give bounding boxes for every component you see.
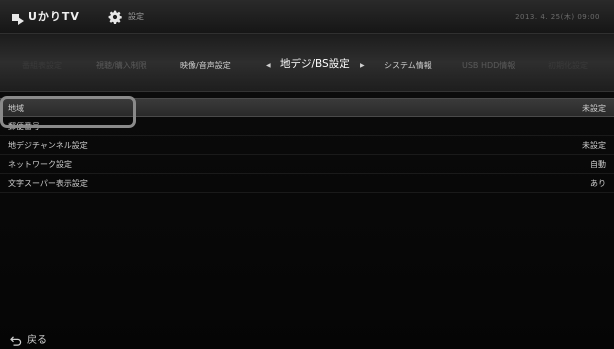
top-bar: UかりTV 設定 2013. 4. 25(木) 09:00 (0, 0, 614, 34)
logo-icon (12, 12, 25, 25)
tab-system-info[interactable]: システム情報 (384, 60, 432, 72)
tab-terrestrial-bs[interactable]: 地デジ/BS設定 (280, 58, 350, 70)
gear-icon (108, 10, 122, 24)
back-label: 戻る (27, 335, 47, 346)
return-arrow-icon (10, 336, 22, 346)
focus-highlight (0, 96, 136, 128)
list-item-value: あり (590, 179, 606, 188)
settings-screen: UかりTV 設定 2013. 4. 25(木) 09:00 番組表設定 視聴/購… (0, 0, 614, 349)
tab-viewing-restrictions[interactable]: 視聴/購入制限 (96, 60, 147, 72)
breadcrumb: 設定 (108, 10, 144, 24)
list-item-terrestrial-channels[interactable]: 地デジチャンネル設定 未設定 (0, 136, 614, 155)
list-item-label: 地デジチャンネル設定 (8, 141, 88, 150)
list-item-label: ネットワーク設定 (8, 160, 72, 169)
app-logo: UかりTV (12, 10, 80, 25)
list-item-value: 未設定 (582, 141, 606, 150)
list-item-network[interactable]: ネットワーク設定 自動 (0, 155, 614, 174)
list-item-label: 文字スーパー表示設定 (8, 179, 88, 188)
list-item-value: 未設定 (582, 104, 606, 113)
tab-initialize[interactable]: 初期化設定 (548, 60, 588, 72)
logo-text: UかりTV (28, 10, 80, 23)
tab-epg-settings[interactable]: 番組表設定 (22, 60, 62, 72)
page-title: 設定 (128, 12, 144, 21)
list-item-value: 自動 (590, 160, 606, 169)
list-item-superimpose[interactable]: 文字スーパー表示設定 あり (0, 174, 614, 193)
tab-prev-arrow-icon[interactable]: ◀ (266, 62, 271, 70)
tab-next-arrow-icon[interactable]: ▶ (360, 62, 365, 70)
tab-usb-hdd-info[interactable]: USB HDD情報 (462, 60, 515, 72)
settings-tab-bar: 番組表設定 視聴/購入制限 映像/音声設定 ◀ 地デジ/BS設定 ▶ システム情… (0, 34, 614, 92)
tab-video-audio[interactable]: 映像/音声設定 (180, 60, 231, 72)
back-button[interactable]: 戻る (10, 334, 47, 348)
datetime-display: 2013. 4. 25(木) 09:00 (515, 13, 600, 21)
